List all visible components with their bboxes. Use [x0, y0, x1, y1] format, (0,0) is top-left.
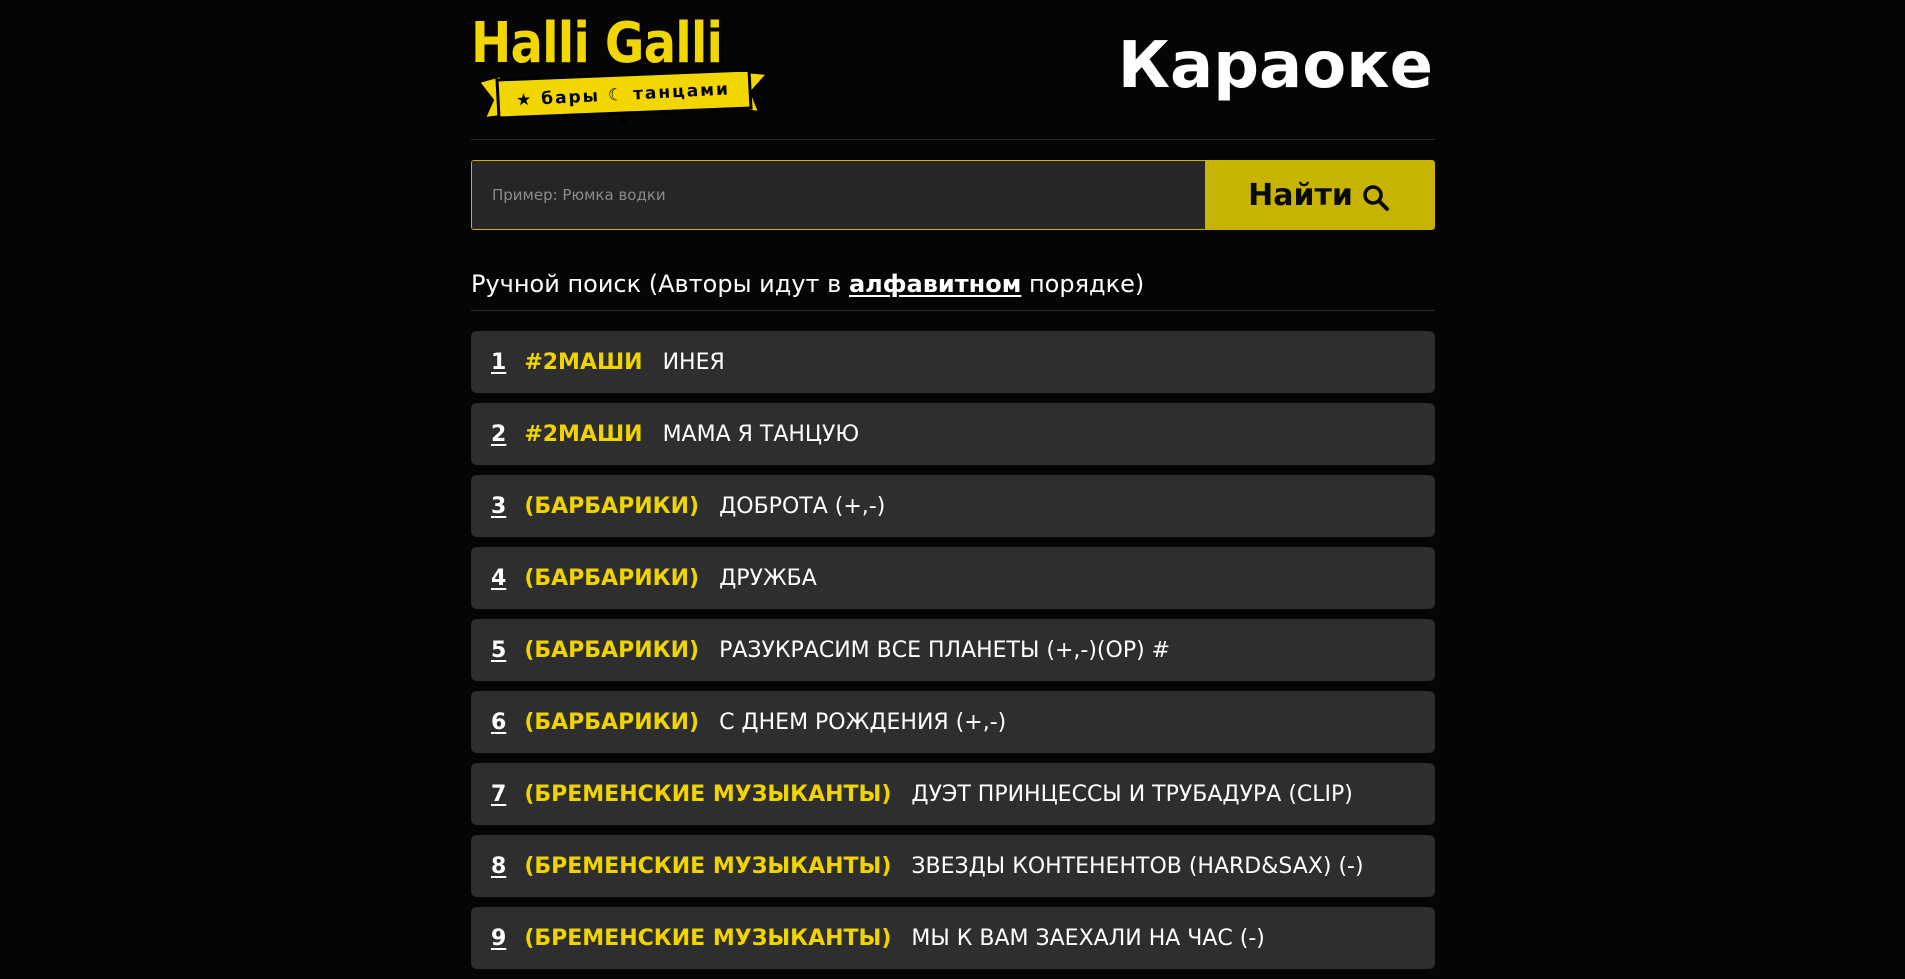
- star-icon: ★: [615, 110, 634, 132]
- song-number[interactable]: 8: [491, 854, 506, 879]
- song-number[interactable]: 3: [491, 494, 506, 519]
- song-row[interactable]: 2 #2МАШИ МАМА Я ТАНЦУЮ: [471, 403, 1435, 465]
- manual-search-heading: Ручной поиск (Авторы идут в алфавитном п…: [471, 268, 1435, 311]
- song-title: МАМА Я ТАНЦУЮ: [662, 421, 860, 447]
- song-row[interactable]: 5 (БАРБАРИКИ) РАЗУКРАСИМ ВСЕ ПЛАНЕТЫ (+,…: [471, 619, 1435, 681]
- search-form: Найти: [471, 160, 1435, 230]
- song-row[interactable]: 1 #2МАШИ ИНЕЯ: [471, 331, 1435, 393]
- song-title: ДРУЖБА: [719, 565, 817, 591]
- song-number[interactable]: 6: [491, 710, 506, 735]
- song-number[interactable]: 2: [491, 422, 506, 447]
- song-artist: (БАРБАРИКИ): [524, 493, 700, 519]
- song-artist: (БАРБАРИКИ): [524, 565, 700, 591]
- halli-galli-logo[interactable]: Halli Galli ★ бары ☾ танцами ★: [471, 11, 775, 131]
- song-title: С ДНЕМ РОЖДЕНИЯ (+,-): [719, 709, 1007, 735]
- logo-tagline-right: танцами: [632, 79, 731, 105]
- song-number[interactable]: 4: [491, 566, 506, 591]
- song-row[interactable]: 9 (БРЕМЕНСКИЕ МУЗЫКАНТЫ) МЫ К ВАМ ЗАЕХАЛ…: [471, 907, 1435, 969]
- song-title: ЗВЕЗДЫ КОНТЕНЕНТОВ (HARD&SAX) (-): [911, 853, 1364, 879]
- song-title: МЫ К ВАМ ЗАЕХАЛИ НА ЧАС (-): [911, 925, 1265, 951]
- page-container: Halli Galli ★ бары ☾ танцами ★ Караоке Н…: [471, 0, 1435, 979]
- song-artist: #2МАШИ: [524, 421, 643, 447]
- song-artist: (БРЕМЕНСКИЕ МУЗЫКАНТЫ): [524, 925, 892, 951]
- song-row[interactable]: 3 (БАРБАРИКИ) ДОБРОТА (+,-): [471, 475, 1435, 537]
- search-input[interactable]: [472, 161, 1205, 229]
- logo-title: Halli Galli: [471, 11, 723, 76]
- star-icon: ★: [515, 89, 534, 111]
- song-artist: (БРЕМЕНСКИЕ МУЗЫКАНТЫ): [524, 853, 892, 879]
- song-number[interactable]: 7: [491, 782, 506, 807]
- song-title: РАЗУКРАСИМ ВСЕ ПЛАНЕТЫ (+,-)(OP) #: [719, 637, 1171, 663]
- moon-icon: ☾: [607, 84, 626, 106]
- heading-prefix: Ручной поиск (Авторы идут в: [471, 270, 849, 298]
- song-artist: (БРЕМЕНСКИЕ МУЗЫКАНТЫ): [524, 781, 892, 807]
- search-button-label: Найти: [1248, 177, 1353, 213]
- heading-suffix: порядке): [1021, 270, 1145, 298]
- song-artist: #2МАШИ: [524, 349, 643, 375]
- song-row[interactable]: 6 (БАРБАРИКИ) С ДНЕМ РОЖДЕНИЯ (+,-): [471, 691, 1435, 753]
- song-title: ДОБРОТА (+,-): [719, 493, 886, 519]
- song-artist: (БАРБАРИКИ): [524, 637, 700, 663]
- logo-tagline-left: бары: [540, 86, 601, 110]
- header: Halli Galli ★ бары ☾ танцами ★ Караоке: [471, 0, 1435, 140]
- song-row[interactable]: 8 (БРЕМЕНСКИЕ МУЗЫКАНТЫ) ЗВЕЗДЫ КОНТЕНЕН…: [471, 835, 1435, 897]
- song-title: ИНЕЯ: [662, 349, 725, 375]
- alphabetical-link[interactable]: алфавитном: [849, 270, 1021, 298]
- song-number[interactable]: 5: [491, 638, 506, 663]
- song-number[interactable]: 1: [491, 350, 506, 375]
- page-title: Караоке: [1117, 29, 1433, 103]
- song-number[interactable]: 9: [491, 926, 506, 951]
- search-icon: [1363, 185, 1389, 211]
- search-button[interactable]: Найти: [1205, 161, 1434, 229]
- song-row[interactable]: 7 (БРЕМЕНСКИЕ МУЗЫКАНТЫ) ДУЭТ ПРИНЦЕССЫ …: [471, 763, 1435, 825]
- song-list: 1 #2МАШИ ИНЕЯ 2 #2МАШИ МАМА Я ТАНЦУЮ 3 (…: [471, 331, 1435, 969]
- song-title: ДУЭТ ПРИНЦЕССЫ И ТРУБАДУРА (CLIP): [911, 781, 1353, 807]
- song-row[interactable]: 4 (БАРБАРИКИ) ДРУЖБА: [471, 547, 1435, 609]
- song-artist: (БАРБАРИКИ): [524, 709, 700, 735]
